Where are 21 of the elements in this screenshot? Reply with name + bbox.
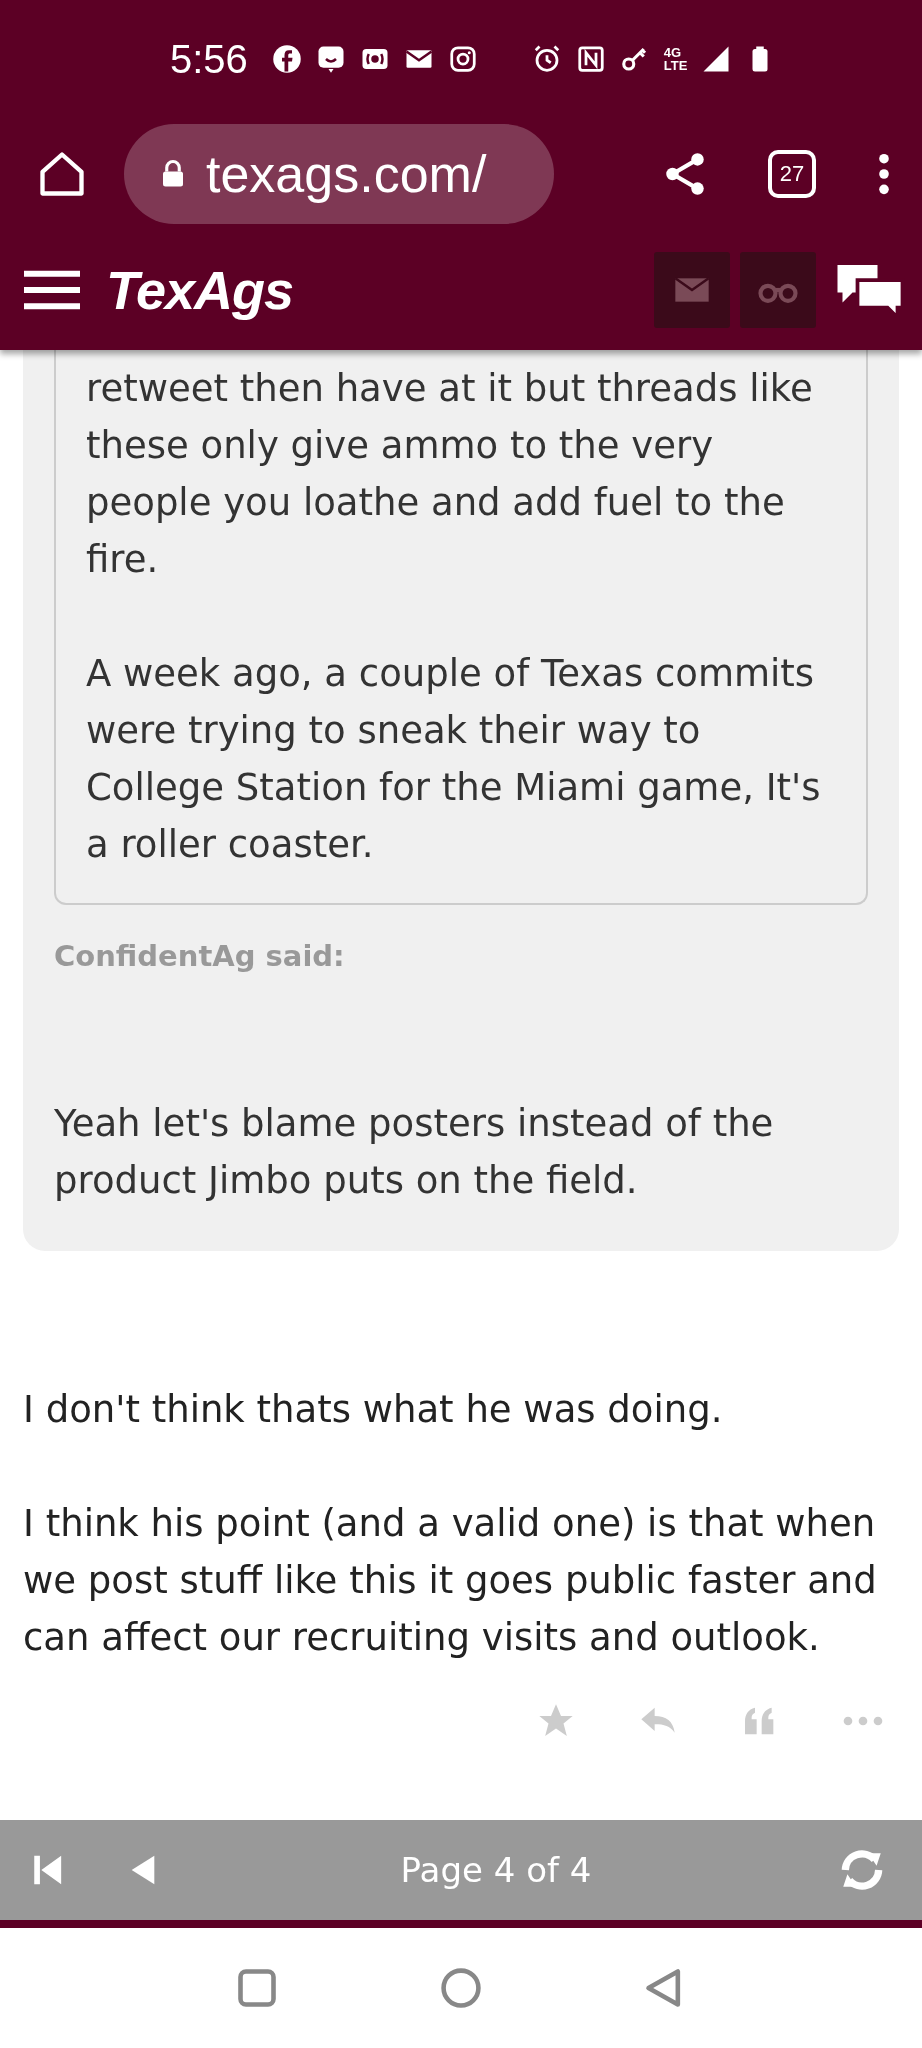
camera-icon xyxy=(447,44,478,74)
quote-text: Yeah let's blame posters instead of the product Jimbo puts on the field. xyxy=(54,1101,775,1204)
chat-icon xyxy=(315,44,346,74)
post-text: I think his point (and a valid one) is that when we post stuff like this it goes public faster and can affect our recruiting visits and outlook. xyxy=(23,1501,878,1661)
recents-icon[interactable] xyxy=(235,1966,279,2010)
menu-icon[interactable] xyxy=(24,268,80,312)
url-field[interactable]: texags.com/ xyxy=(124,124,554,224)
signal-icon xyxy=(701,44,732,74)
quote-text: retweet then have at it but threads like these only give ammo to the very people you loathe and add fuel to the fire. xyxy=(86,366,814,583)
post-text: I don't think thats what he was doing. xyxy=(23,1387,724,1433)
watch-button[interactable] xyxy=(740,252,816,328)
quote-text: A week ago, a couple of Texas commits were trying to sneak their way to College Station for the Miami game, It's a roller coaster. xyxy=(86,651,822,868)
quote-author: ConfidentAg said: xyxy=(54,939,346,973)
page-indicator: Page 4 of 4 xyxy=(399,1850,593,1890)
network-type: 4G LTE xyxy=(663,46,688,72)
messages-button[interactable] xyxy=(654,252,730,328)
site-logo[interactable]: TexAgs xyxy=(106,259,294,321)
facebook-icon xyxy=(271,44,302,74)
nfc-icon xyxy=(575,44,606,74)
tab-count[interactable]: 27 xyxy=(768,150,816,198)
status-time: 5:56 xyxy=(170,36,248,82)
